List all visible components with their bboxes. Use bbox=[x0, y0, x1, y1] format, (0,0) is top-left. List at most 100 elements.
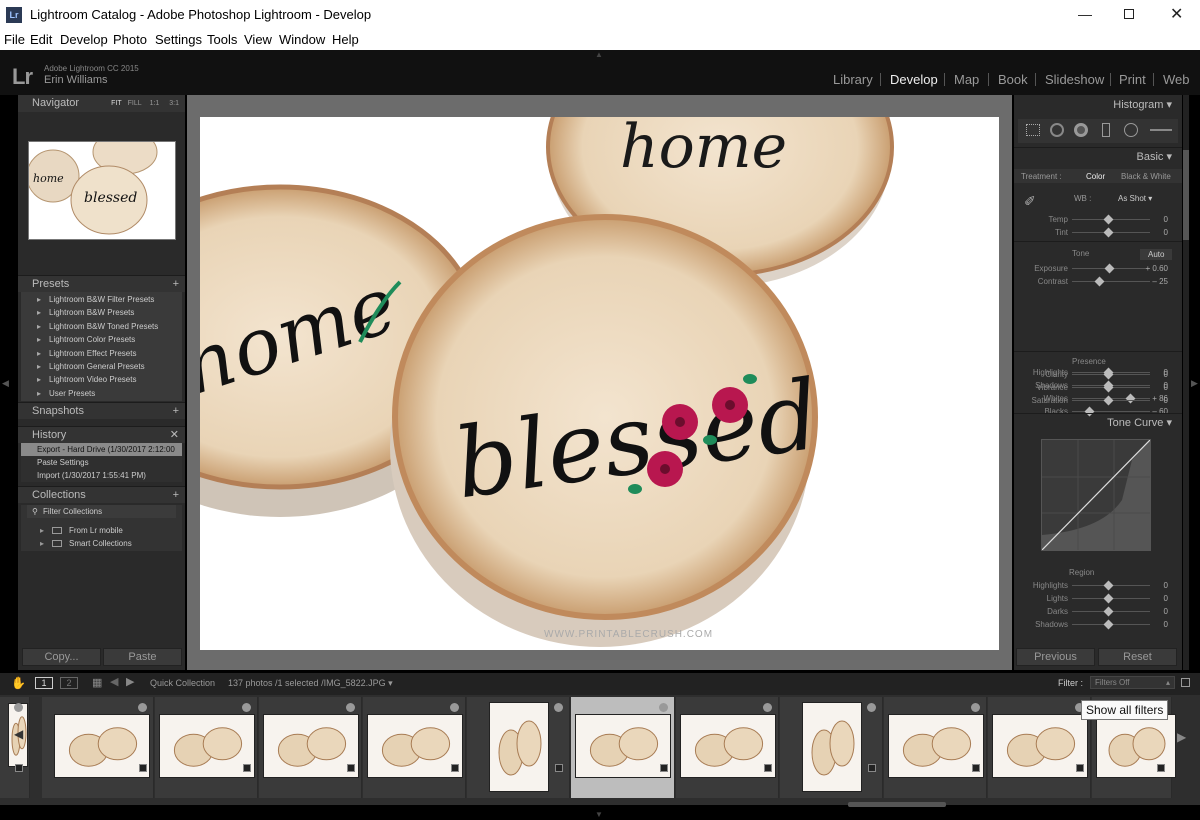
filmstrip-thumbnail[interactable] bbox=[363, 697, 466, 798]
filmstrip-thumbnail[interactable] bbox=[155, 697, 258, 798]
menu-settings[interactable]: Settings bbox=[155, 32, 202, 47]
menu-edit[interactable]: Edit bbox=[30, 32, 52, 47]
preset-folder[interactable]: ▸ User Presets bbox=[21, 387, 182, 400]
zoom-3-1[interactable]: 3:1 bbox=[169, 100, 179, 107]
menu-photo[interactable]: Photo bbox=[113, 32, 147, 47]
secondary-display-icon[interactable]: ✋ bbox=[11, 676, 26, 690]
wb-eyedropper-icon[interactable]: ✐ bbox=[1024, 193, 1036, 211]
treatment-color[interactable]: Color bbox=[1086, 172, 1105, 181]
tone-curve-graph[interactable] bbox=[1041, 439, 1151, 551]
page-1-button[interactable]: 1 bbox=[35, 677, 53, 689]
spot-removal-icon[interactable] bbox=[1050, 123, 1064, 137]
menu-develop[interactable]: Develop bbox=[60, 32, 108, 47]
module-book[interactable]: Book bbox=[998, 72, 1028, 87]
module-print[interactable]: Print bbox=[1119, 72, 1146, 87]
menu-tools[interactable]: Tools bbox=[207, 32, 237, 47]
zoom-1-1[interactable]: 1:1 bbox=[150, 100, 160, 107]
preset-folder[interactable]: ▸ Lightroom Color Presets bbox=[21, 333, 182, 346]
filmstrip-thumbnail[interactable] bbox=[988, 697, 1091, 798]
preset-folder[interactable]: ▸ Lightroom B&W Toned Presets bbox=[21, 320, 182, 333]
previous-button[interactable]: Previous bbox=[1016, 648, 1095, 666]
module-map[interactable]: Map bbox=[954, 72, 979, 87]
preset-folder[interactable]: ▸ Lightroom Effect Presets bbox=[21, 347, 182, 360]
zoom-fill[interactable]: FILL bbox=[128, 100, 142, 107]
minimize-icon[interactable]: — bbox=[1078, 6, 1092, 22]
menu-file[interactable]: File bbox=[4, 32, 25, 47]
left-panel-toggle-icon[interactable]: ◀ bbox=[2, 378, 9, 389]
red-eye-icon[interactable] bbox=[1074, 123, 1088, 137]
clear-history-icon[interactable]: ✕ bbox=[170, 427, 179, 443]
auto-tone-button[interactable]: Auto bbox=[1140, 249, 1173, 260]
forward-arrow-icon[interactable]: ▶ bbox=[126, 675, 134, 688]
history-header[interactable]: History ✕ bbox=[18, 426, 185, 443]
snapshots-header[interactable]: Snapshots + bbox=[18, 402, 185, 419]
navigator-title: Navigator bbox=[32, 97, 80, 109]
right-panel-scrollbar[interactable] bbox=[1183, 95, 1189, 670]
main-photo[interactable]: home home blessed WWW.PRINTABLECRUSH.COM bbox=[200, 117, 999, 650]
right-panel: Histogram ▾ Basic ▾ Treatment : Color Bl… bbox=[1014, 95, 1182, 670]
filmstrip-thumbnail[interactable] bbox=[0, 697, 30, 798]
close-icon[interactable]: ✕ bbox=[1170, 4, 1183, 24]
grid-icon[interactable]: ▦ bbox=[92, 676, 102, 689]
add-snapshot-icon[interactable]: + bbox=[173, 403, 179, 419]
filmstrip-thumbnail[interactable] bbox=[884, 697, 987, 798]
filter-collections-input[interactable]: Filter Collections bbox=[43, 507, 102, 516]
history-item[interactable]: Export - Hard Drive (1/30/2017 2:12:00 .… bbox=[21, 443, 182, 467]
preset-folder[interactable]: ▸ Lightroom General Presets bbox=[21, 360, 182, 373]
bottom-panel-toggle-icon[interactable]: ▼ bbox=[595, 810, 603, 819]
add-collection-icon[interactable]: + bbox=[173, 487, 179, 503]
module-web[interactable]: Web bbox=[1163, 72, 1190, 87]
filmstrip-thumbnail[interactable] bbox=[571, 697, 675, 798]
reset-button[interactable]: Reset bbox=[1098, 648, 1177, 666]
adjustment-brush-icon[interactable] bbox=[1150, 129, 1172, 131]
filter-select[interactable]: Filters Off ▴ bbox=[1090, 676, 1175, 689]
basic-header[interactable]: Basic ▾ bbox=[1014, 147, 1182, 165]
wb-select[interactable]: As Shot ▾ bbox=[1118, 194, 1152, 203]
filmstrip-source[interactable]: Quick Collection bbox=[150, 678, 215, 688]
histogram-header[interactable]: Histogram ▾ bbox=[1014, 95, 1182, 115]
menu-help[interactable]: Help bbox=[332, 32, 359, 47]
collection-set[interactable]: ▸ From Lr mobile bbox=[21, 524, 182, 537]
navigator-header[interactable]: Navigator FIT FILL 1:1 3:1 bbox=[18, 95, 185, 112]
history-item[interactable]: Paste Settings bbox=[21, 456, 182, 469]
paste-button[interactable]: Paste bbox=[103, 648, 182, 666]
history-item[interactable]: Import (1/30/2017 1:55:41 PM) bbox=[21, 469, 182, 482]
right-panel-toggle-icon[interactable]: ▶ bbox=[1191, 378, 1198, 389]
radial-filter-icon[interactable] bbox=[1124, 123, 1138, 137]
menu-view[interactable]: View bbox=[244, 32, 272, 47]
preset-folder[interactable]: ▸ Lightroom Video Presets bbox=[21, 373, 182, 386]
back-arrow-icon[interactable]: ◀ bbox=[110, 675, 118, 688]
presets-header[interactable]: Presets + bbox=[18, 275, 185, 292]
menu-window[interactable]: Window bbox=[279, 32, 325, 47]
filmstrip-thumbnail[interactable] bbox=[467, 697, 570, 798]
graduated-filter-icon[interactable] bbox=[1102, 123, 1110, 137]
app-icon: Lr bbox=[6, 7, 22, 23]
module-library[interactable]: Library bbox=[833, 72, 873, 87]
navigator-preview[interactable]: blessed home bbox=[26, 129, 176, 240]
tool-strip bbox=[1018, 119, 1178, 143]
tone-curve-header[interactable]: Tone Curve ▾ bbox=[1014, 413, 1182, 431]
filmstrip-thumbnail[interactable] bbox=[259, 697, 362, 798]
collections-header[interactable]: Collections + bbox=[18, 486, 185, 503]
treatment-bw[interactable]: Black & White bbox=[1121, 172, 1171, 181]
add-preset-icon[interactable]: + bbox=[173, 276, 179, 292]
filter-lock-icon[interactable] bbox=[1181, 678, 1190, 687]
crop-tool-icon[interactable] bbox=[1026, 124, 1040, 136]
filmstrip-left-arrow-icon[interactable]: ◀ bbox=[14, 727, 23, 741]
top-panel-toggle-icon[interactable]: ▲ bbox=[595, 50, 603, 59]
preset-folder[interactable]: ▸ Lightroom B&W Presets bbox=[21, 306, 182, 319]
zoom-fit[interactable]: FIT bbox=[111, 100, 122, 107]
preset-folder[interactable]: ▸ Lightroom B&W Filter Presets bbox=[21, 293, 182, 306]
copy-button[interactable]: Copy... bbox=[22, 648, 101, 666]
filmstrip-info[interactable]: 137 photos /1 selected /IMG_5822.JPG ▾ bbox=[228, 678, 393, 689]
filmstrip-thumbnail[interactable] bbox=[676, 697, 779, 798]
module-slideshow[interactable]: Slideshow bbox=[1045, 72, 1104, 87]
page-2-button[interactable]: 2 bbox=[60, 677, 78, 689]
maximize-icon[interactable] bbox=[1124, 9, 1134, 19]
filmstrip-thumbnail[interactable] bbox=[780, 697, 883, 798]
module-develop[interactable]: Develop bbox=[890, 72, 938, 87]
filmstrip-scrollbar[interactable] bbox=[848, 802, 946, 807]
filmstrip-thumbnail[interactable] bbox=[42, 697, 154, 798]
filmstrip-right-arrow-icon[interactable]: ▶ bbox=[1177, 730, 1186, 744]
collection-set[interactable]: ▸ Smart Collections bbox=[21, 537, 182, 550]
